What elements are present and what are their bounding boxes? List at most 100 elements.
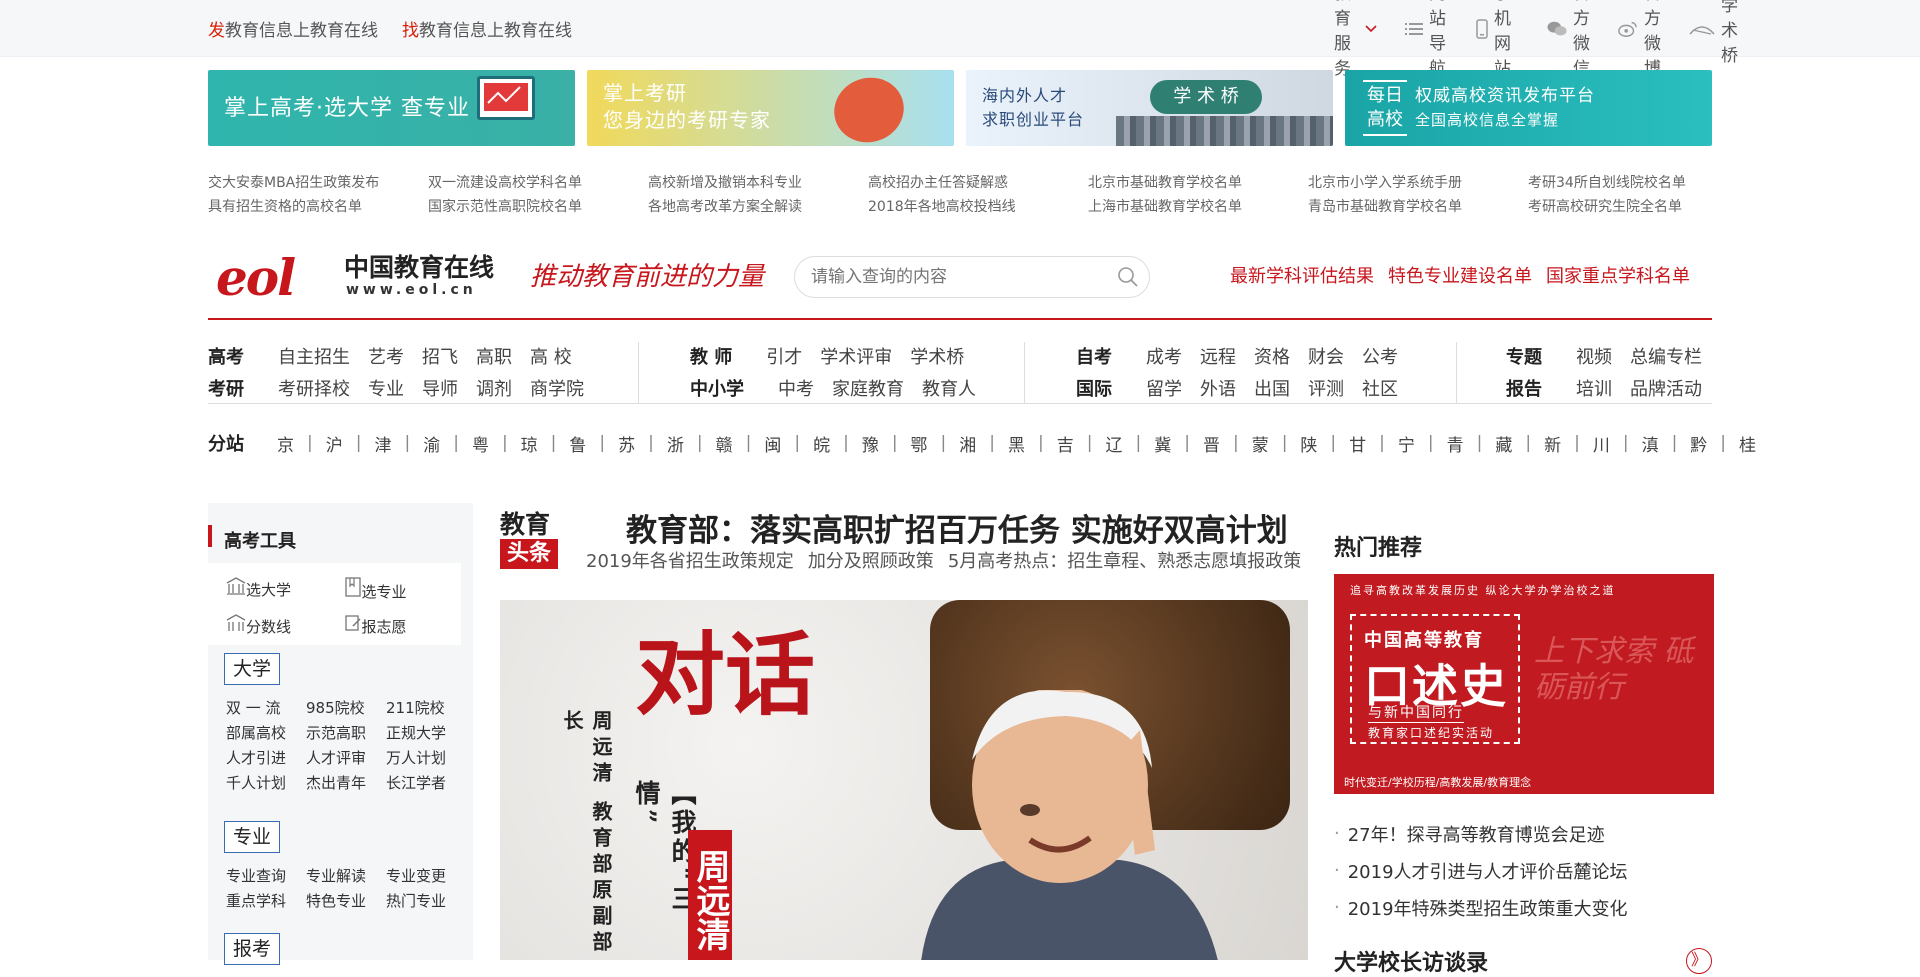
nav-item[interactable]: 学术评审 — [820, 343, 892, 369]
search-input[interactable] — [811, 267, 1101, 287]
zhuanye-link[interactable]: 特色专业 — [306, 892, 386, 911]
nav-item[interactable]: 公考 — [1362, 343, 1398, 369]
headline-sub-link[interactable]: 2019年各省招生政策规定 — [586, 547, 794, 573]
sub-station-link[interactable]: 苏 — [605, 431, 648, 456]
sub-station-link[interactable]: 藏 — [1482, 431, 1525, 456]
nav-item[interactable]: 引才 — [766, 343, 802, 369]
nav-item[interactable]: 品牌活动 — [1630, 375, 1702, 401]
sub-station-link[interactable]: 宁 — [1385, 431, 1428, 456]
quick-link[interactable]: 交大安泰MBA招生政策发布 — [208, 173, 428, 193]
more-arrow-icon[interactable]: 》 — [1686, 948, 1712, 974]
feature-image[interactable]: 对话 周远清 教育部原副部长 【我的“三情” 周远清 — [500, 600, 1308, 960]
sub-station-link[interactable]: 新 — [1531, 431, 1574, 456]
zhuanye-link[interactable]: 专业变更 — [386, 867, 466, 886]
quick-link[interactable]: 青岛市基础教育学校名单 — [1308, 197, 1528, 217]
sub-station-link[interactable]: 鲁 — [556, 431, 599, 456]
zhuanye-link[interactable]: 热门专业 — [386, 892, 466, 911]
daxue-link[interactable]: 示范高职 — [306, 724, 386, 743]
nav-item[interactable]: 艺考 — [368, 343, 404, 369]
quick-link[interactable]: 上海市基础教育学校名单 — [1088, 197, 1308, 217]
quick-link[interactable]: 双一流建设高校学科名单 — [428, 173, 648, 193]
tool-xuandaxue[interactable]: 选大学 — [226, 577, 344, 610]
nav-section-head[interactable]: 国际 — [1076, 375, 1112, 401]
headline-title[interactable]: 教育部：落实高职扩招百万任务 实施好双高计划 — [626, 505, 1288, 550]
nav-item[interactable]: 商学院 — [530, 375, 584, 401]
nav-item[interactable]: 招飞 — [422, 343, 458, 369]
sub-station-link[interactable]: 闽 — [751, 431, 794, 456]
sub-station-link[interactable]: 琼 — [508, 431, 551, 456]
quick-link[interactable]: 考研34所自划线院校名单 — [1528, 173, 1748, 193]
quick-link[interactable]: 高校招办主任答疑解惑 — [868, 173, 1088, 193]
wechat-link[interactable]: 官方微信 — [1547, 0, 1590, 79]
quick-link[interactable]: 各地高考改革方案全解读 — [648, 197, 868, 217]
sub-station-link[interactable]: 津 — [361, 431, 404, 456]
category-baokao[interactable]: 报考 — [224, 933, 281, 965]
hot-list-item[interactable]: 2019年特殊类型招生政策重大变化 — [1334, 889, 1628, 926]
sub-station-link[interactable]: 京 — [264, 431, 307, 456]
nav-item[interactable]: 专业 — [368, 375, 404, 401]
nav-item[interactable]: 家庭教育 — [832, 375, 904, 401]
sub-station-link[interactable]: 滇 — [1629, 431, 1672, 456]
nav-item[interactable]: 总编专栏 — [1630, 343, 1702, 369]
daxue-link[interactable]: 部属高校 — [226, 724, 306, 743]
top-link-find[interactable]: 找教育信息上教育在线 — [402, 16, 572, 41]
sub-station-link[interactable]: 沪 — [313, 431, 356, 456]
sub-station-link[interactable]: 粤 — [459, 431, 502, 456]
sub-station-link[interactable]: 川 — [1580, 431, 1623, 456]
nav-section-head[interactable]: 考研 — [208, 375, 244, 401]
sub-station-link[interactable]: 鄂 — [898, 431, 941, 456]
sub-station-link[interactable]: 辽 — [1092, 431, 1135, 456]
nav-item[interactable]: 考研择校 — [278, 375, 350, 401]
nav-section-head[interactable]: 教 师 — [690, 343, 732, 369]
nav-item[interactable]: 成考 — [1146, 343, 1182, 369]
sub-station-link[interactable]: 皖 — [800, 431, 843, 456]
sub-station-link[interactable]: 浙 — [654, 431, 697, 456]
nav-item[interactable]: 中考 — [778, 375, 814, 401]
nav-item[interactable]: 导师 — [422, 375, 458, 401]
sub-station-link[interactable]: 桂 — [1726, 431, 1769, 456]
nav-item[interactable]: 视频 — [1576, 343, 1612, 369]
nav-item[interactable]: 高 校 — [530, 343, 572, 369]
nav-item[interactable]: 评测 — [1308, 375, 1344, 401]
quick-link[interactable]: 北京市小学入学系统手册 — [1308, 173, 1528, 193]
sub-station-link[interactable]: 吉 — [1044, 431, 1087, 456]
nav-item[interactable]: 调剂 — [476, 375, 512, 401]
quick-link[interactable]: 2018年各地高校投档线 — [868, 197, 1088, 217]
mobile-site-link[interactable]: 手机网站 — [1476, 0, 1519, 79]
sub-station-link[interactable]: 晋 — [1190, 431, 1233, 456]
sub-station-link[interactable]: 陕 — [1287, 431, 1330, 456]
sub-station-link[interactable]: 豫 — [849, 431, 892, 456]
nav-item[interactable]: 高职 — [476, 343, 512, 369]
sub-station-link[interactable]: 渝 — [410, 431, 453, 456]
nav-item[interactable]: 学术桥 — [910, 343, 964, 369]
sub-station-link[interactable]: 冀 — [1141, 431, 1184, 456]
daxue-link[interactable]: 人才引进 — [226, 749, 306, 768]
sub-station-link[interactable]: 青 — [1434, 431, 1477, 456]
daxue-link[interactable]: 万人计划 — [386, 749, 466, 768]
daxue-link[interactable]: 211院校 — [386, 699, 466, 718]
tool-baozhiyuan[interactable]: 报志愿 — [344, 614, 462, 645]
nav-section-head[interactable]: 报告 — [1506, 375, 1542, 401]
zhuanye-link[interactable]: 专业查询 — [226, 867, 306, 886]
hot-link-zhongdian[interactable]: 国家重点学科名单 — [1546, 262, 1690, 288]
search-icon[interactable] — [1117, 266, 1139, 288]
hot-list-item[interactable]: 27年！探寻高等教育博览会足迹 — [1334, 815, 1628, 852]
daxue-link[interactable]: 长江学者 — [386, 774, 466, 793]
tool-fenshuxian[interactable]: 分数线 — [226, 614, 344, 645]
daxue-link[interactable]: 杰出青年 — [306, 774, 386, 793]
sub-station-link[interactable]: 湘 — [946, 431, 989, 456]
quick-link[interactable]: 国家示范性高职院校名单 — [428, 197, 648, 217]
daxue-link[interactable]: 千人计划 — [226, 774, 306, 793]
category-zhuanye[interactable]: 专业 — [224, 821, 281, 853]
quick-link[interactable]: 高校新增及撤销本科专业 — [648, 173, 868, 193]
zhuanye-link[interactable]: 专业解读 — [306, 867, 386, 886]
quick-link[interactable]: 具有招生资格的高校名单 — [208, 197, 428, 217]
nav-item[interactable]: 自主招生 — [278, 343, 350, 369]
daxue-link[interactable]: 双 一 流 — [226, 699, 306, 718]
sub-station-link[interactable]: 黑 — [995, 431, 1038, 456]
sub-station-link[interactable]: 黔 — [1677, 431, 1720, 456]
sub-station-link[interactable]: 甘 — [1336, 431, 1379, 456]
daxue-link[interactable]: 人才评审 — [306, 749, 386, 768]
category-daxue[interactable]: 大学 — [224, 653, 281, 685]
hot-link-tese[interactable]: 特色专业建设名单 — [1388, 262, 1532, 288]
